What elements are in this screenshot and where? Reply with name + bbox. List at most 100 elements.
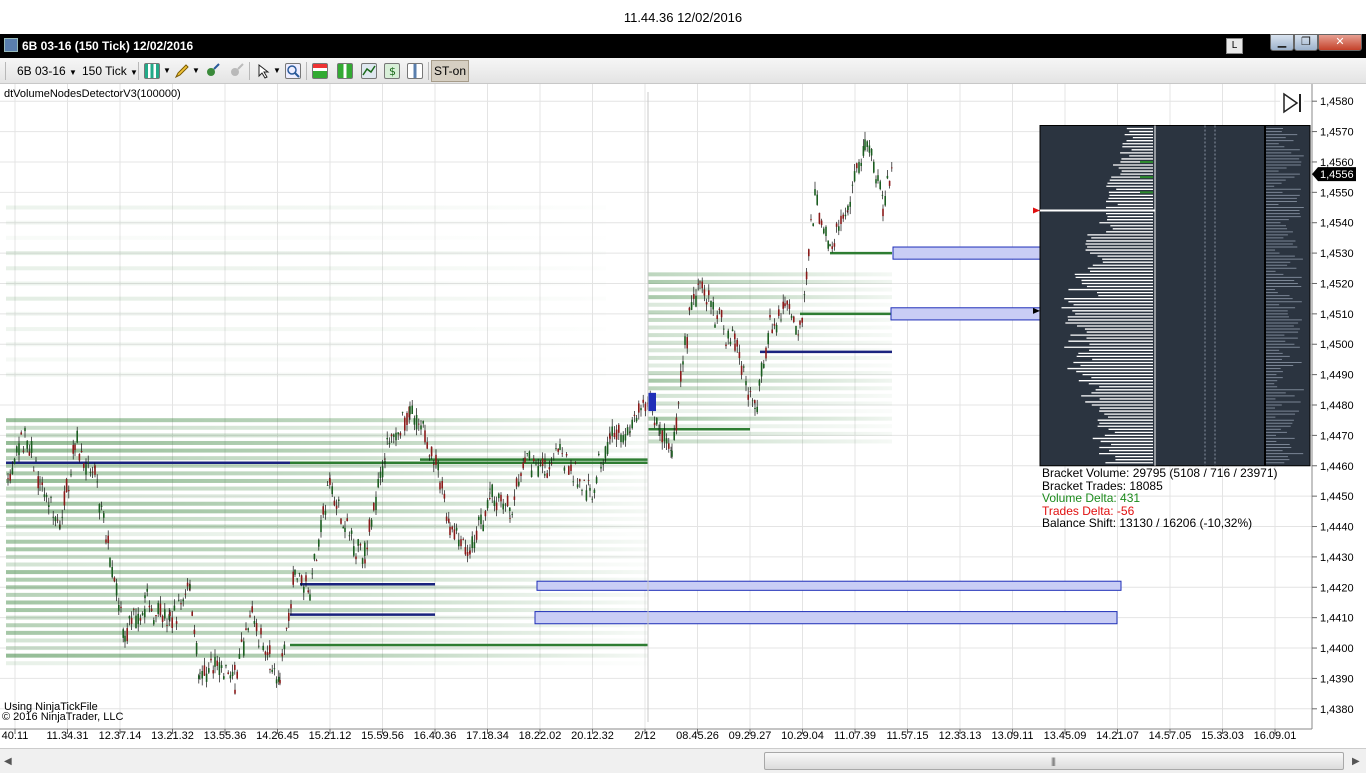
chevron-down-icon[interactable]: ▼ bbox=[160, 61, 174, 81]
price-tick-label: 1,4580 bbox=[1320, 96, 1354, 108]
toolbar-separator bbox=[306, 62, 307, 80]
bar-body bbox=[513, 496, 516, 500]
bar-body bbox=[451, 526, 453, 530]
bar-body bbox=[63, 491, 66, 506]
bar-body bbox=[210, 658, 212, 661]
balance-shift: Balance Shift: 13130 / 16206 (-10,32%) bbox=[1042, 516, 1253, 530]
bar-body bbox=[484, 511, 487, 517]
bar-body bbox=[833, 243, 836, 247]
bar-body bbox=[340, 518, 342, 524]
horizontal-scrollbar[interactable]: ◀ ||| ▶ bbox=[0, 748, 1366, 773]
bar-body bbox=[128, 616, 131, 619]
heatmap-band bbox=[648, 371, 892, 376]
time-tick-label: 2/12 bbox=[634, 730, 655, 742]
bar-body bbox=[793, 316, 795, 322]
bar-body bbox=[437, 461, 439, 471]
bar-body bbox=[251, 606, 253, 613]
bar-body bbox=[175, 621, 178, 624]
bar-body bbox=[275, 679, 278, 684]
bar-body bbox=[148, 605, 151, 608]
bar-body bbox=[45, 495, 48, 497]
time-tick-label: 11.34.31 bbox=[46, 730, 88, 742]
bar-body bbox=[725, 344, 727, 347]
heatmap-band bbox=[648, 355, 892, 360]
window-titlebar[interactable]: 6B 03-16 (150 Tick) 12/02/2016 L ▁ ❐ ✕ bbox=[0, 34, 1366, 58]
bar-body bbox=[150, 608, 153, 612]
scroll-left-arrow[interactable]: ◀ bbox=[4, 756, 12, 767]
minimize-button[interactable]: ▁ bbox=[1270, 34, 1294, 51]
maximize-button[interactable]: ❐ bbox=[1294, 34, 1318, 51]
bar-body bbox=[530, 470, 533, 477]
bar-body bbox=[390, 434, 393, 437]
link-l-button[interactable]: L bbox=[1226, 38, 1243, 54]
bar-body bbox=[816, 194, 818, 205]
strategies-icon[interactable] bbox=[312, 63, 328, 79]
bar-body bbox=[35, 460, 37, 462]
chevron-down-icon[interactable]: ▼ bbox=[270, 61, 284, 81]
heatmap-band bbox=[6, 630, 648, 635]
global-crosshair-icon[interactable] bbox=[228, 63, 244, 79]
bar-body bbox=[203, 665, 206, 676]
scroll-thumb[interactable]: ||| bbox=[764, 752, 1344, 770]
chart-properties-icon[interactable] bbox=[407, 63, 423, 79]
bar-body bbox=[853, 171, 856, 182]
instrument-label: 6B 03-16 bbox=[17, 64, 66, 78]
bar-body bbox=[870, 149, 873, 156]
bar-body bbox=[225, 665, 227, 667]
bar-body bbox=[680, 371, 682, 382]
skip-to-end-icon[interactable] bbox=[1280, 92, 1304, 114]
bar-body bbox=[205, 673, 208, 682]
scroll-grip: ||| bbox=[1051, 756, 1056, 766]
bar-body bbox=[78, 453, 81, 461]
bar-body bbox=[751, 400, 754, 402]
bar-body bbox=[220, 665, 223, 668]
heatmap-band bbox=[6, 478, 648, 483]
price-chart[interactable]: 1,45801,45701,45601,45501,45401,45301,45… bbox=[0, 84, 1366, 744]
bar-body bbox=[164, 609, 166, 619]
bar-body bbox=[756, 406, 758, 413]
bar-body bbox=[767, 333, 769, 345]
st-on-button[interactable]: ST-on bbox=[431, 60, 469, 82]
indicators-icon[interactable] bbox=[337, 63, 353, 79]
zoom-icon[interactable] bbox=[285, 63, 301, 79]
bar-body bbox=[803, 294, 806, 296]
bar-body bbox=[166, 625, 168, 626]
chevron-down-icon[interactable]: ▼ bbox=[189, 61, 203, 81]
bar-body bbox=[862, 146, 865, 156]
pencil-icon[interactable] bbox=[174, 63, 190, 79]
dollar-icon[interactable]: $ bbox=[384, 63, 400, 79]
bar-body bbox=[180, 603, 182, 605]
bar-body bbox=[844, 214, 847, 217]
interval-selector[interactable]: 150 Tick ▼ bbox=[79, 61, 141, 81]
data-series-icon[interactable] bbox=[361, 63, 377, 79]
current-price-label: 1,4556 bbox=[1320, 169, 1354, 181]
heatmap-band bbox=[6, 653, 648, 658]
bar-body bbox=[433, 464, 435, 465]
bar-body bbox=[264, 651, 267, 655]
bar-body bbox=[9, 473, 11, 481]
crosshair-icon[interactable] bbox=[204, 63, 220, 79]
bar-body bbox=[563, 467, 566, 471]
bar-body bbox=[320, 520, 322, 533]
bar-body bbox=[847, 205, 849, 210]
pencil-icon-svg bbox=[174, 64, 189, 79]
instrument-selector[interactable]: 6B 03-16 ▼ bbox=[14, 61, 80, 81]
bar-type-icon[interactable] bbox=[144, 63, 160, 79]
bar-body bbox=[888, 180, 891, 186]
bar-body bbox=[622, 435, 624, 443]
interval-label: 150 Tick bbox=[82, 64, 127, 78]
bar-body bbox=[253, 621, 256, 624]
bar-body bbox=[642, 399, 644, 403]
bar-body bbox=[760, 362, 763, 377]
scroll-right-arrow[interactable]: ▶ bbox=[1352, 756, 1360, 767]
bar-body bbox=[355, 556, 357, 560]
bar-body bbox=[743, 366, 745, 368]
bar-body bbox=[216, 660, 218, 666]
bar-body bbox=[663, 430, 666, 442]
bar-body bbox=[426, 442, 428, 449]
bar-body bbox=[238, 654, 241, 659]
bar-body bbox=[269, 669, 271, 670]
bar-body bbox=[83, 463, 85, 468]
close-button[interactable]: ✕ bbox=[1318, 34, 1362, 51]
time-tick-label: 13.21.32 bbox=[151, 730, 194, 742]
